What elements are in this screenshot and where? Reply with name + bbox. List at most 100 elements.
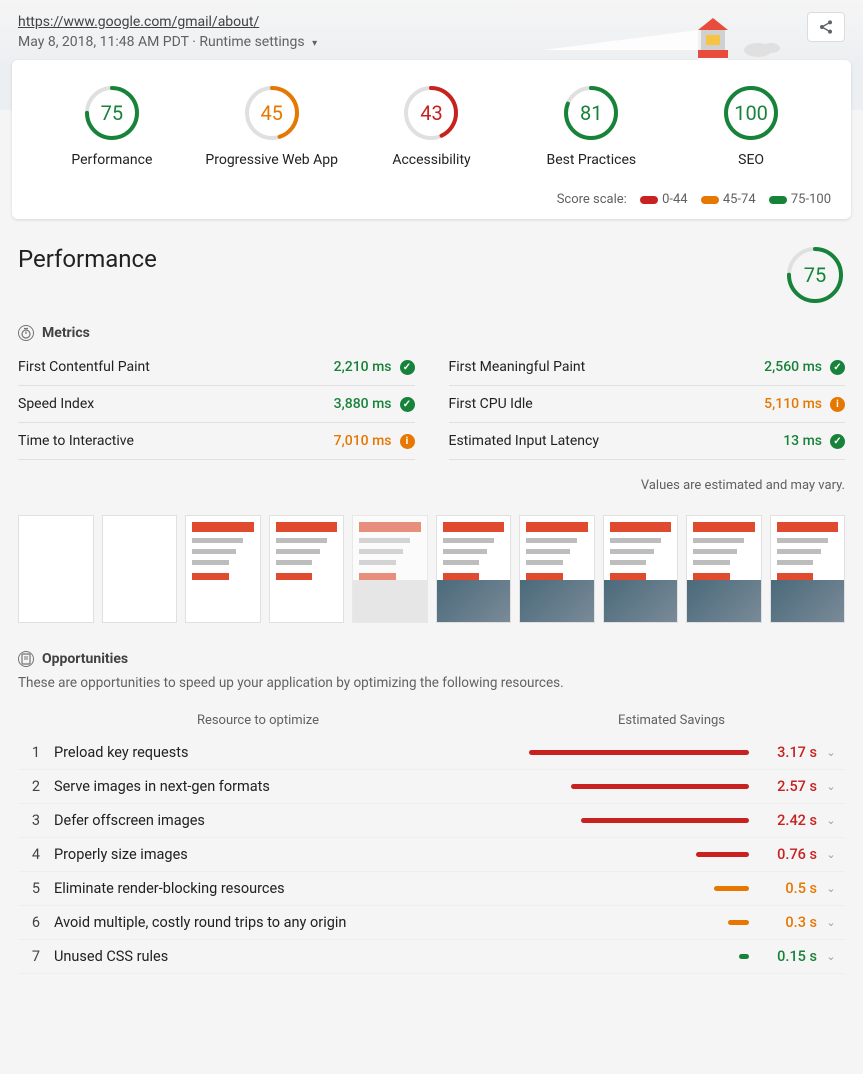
filmstrip-frame: [770, 515, 846, 623]
opportunity-row[interactable]: 6 Avoid multiple, costly round trips to …: [18, 906, 845, 940]
opportunity-name: Serve images in next-gen formats: [54, 778, 498, 795]
opportunity-savings: 0.3 s: [753, 914, 817, 931]
filmstrip: [18, 515, 845, 623]
section-title: Performance: [18, 245, 157, 273]
opportunity-index: 7: [18, 948, 54, 965]
opportunities-heading: Opportunities: [18, 651, 845, 667]
metric-value: 3,880 ms: [334, 396, 392, 412]
opportunity-savings: 3.17 s: [753, 744, 817, 761]
opportunity-name: Eliminate render-blocking resources: [54, 880, 498, 897]
opportunity-row[interactable]: 2 Serve images in next-gen formats 2.57 …: [18, 770, 845, 804]
gauge-icon: 45: [243, 84, 301, 142]
metric-name: First Meaningful Paint: [449, 359, 586, 375]
metric-name: First Contentful Paint: [18, 359, 150, 375]
score-performance[interactable]: 75 Performance: [32, 84, 192, 168]
opportunity-row[interactable]: 7 Unused CSS rules 0.15 s ⌄: [18, 940, 845, 974]
opportunity-row[interactable]: 3 Defer offscreen images 2.42 s ⌄: [18, 804, 845, 838]
metric-row: First Contentful Paint 2,210 ms ✓: [18, 349, 415, 386]
filmstrip-frame: [519, 515, 595, 623]
metric-row: Speed Index 3,880 ms ✓: [18, 386, 415, 423]
check-icon: ✓: [400, 397, 415, 412]
section-score-value: 75: [785, 245, 845, 305]
metric-name: Speed Index: [18, 396, 94, 412]
score-label: SEO: [738, 152, 764, 168]
opportunity-row[interactable]: 5 Eliminate render-blocking resources 0.…: [18, 872, 845, 906]
opportunity-savings: 2.57 s: [753, 778, 817, 795]
opportunity-savings: 0.15 s: [753, 948, 817, 965]
score-progressive-web-app[interactable]: 45 Progressive Web App: [192, 84, 352, 168]
score-label: Best Practices: [546, 152, 636, 168]
score-value: 75: [83, 84, 141, 142]
metric-name: Time to Interactive: [18, 433, 134, 449]
chevron-down-icon: ⌄: [817, 882, 845, 895]
gauge-icon: 100: [722, 84, 780, 142]
opportunity-bar: [498, 954, 753, 959]
opportunity-name: Defer offscreen images: [54, 812, 498, 829]
score-value: 81: [562, 84, 620, 142]
info-icon: i: [400, 434, 415, 449]
metric-row: First Meaningful Paint 2,560 ms ✓: [449, 349, 846, 386]
opportunity-row[interactable]: 4 Properly size images 0.76 s ⌄: [18, 838, 845, 872]
opportunity-index: 4: [18, 846, 54, 863]
check-icon: ✓: [830, 434, 845, 449]
gauge-icon: 75: [83, 84, 141, 142]
check-icon: ✓: [830, 360, 845, 375]
filmstrip-frame: [603, 515, 679, 623]
metrics-note: Values are estimated and may vary.: [18, 478, 845, 493]
opportunity-index: 5: [18, 880, 54, 897]
opportunity-bar: [498, 920, 753, 925]
filmstrip-frame: [185, 515, 261, 623]
score-value: 45: [243, 84, 301, 142]
opportunity-bar: [498, 886, 753, 891]
metric-value: 2,210 ms: [334, 359, 392, 375]
filmstrip-frame: [102, 515, 178, 623]
metric-value: 5,110 ms: [764, 396, 822, 412]
metric-value: 7,010 ms: [334, 433, 392, 449]
opportunity-index: 1: [18, 744, 54, 761]
audited-url[interactable]: https://www.google.com/gmail/about/: [18, 14, 845, 30]
opportunity-savings: 0.76 s: [753, 846, 817, 863]
runtime-settings-toggle[interactable]: Runtime settings ▾: [199, 34, 317, 50]
opportunity-savings: 2.42 s: [753, 812, 817, 829]
opportunity-name: Avoid multiple, costly round trips to an…: [54, 914, 498, 931]
filmstrip-frame: [269, 515, 345, 623]
report-meta: May 8, 2018, 11:48 AM PDT · Runtime sett…: [18, 34, 845, 50]
opportunities-header: Resource to optimize Estimated Savings: [18, 705, 845, 736]
opportunities-description: These are opportunities to speed up your…: [18, 675, 845, 691]
score-value: 43: [402, 84, 460, 142]
opportunity-bar: [498, 750, 753, 755]
check-icon: ✓: [400, 360, 415, 375]
share-button[interactable]: [807, 12, 845, 42]
score-best-practices[interactable]: 81 Best Practices: [511, 84, 671, 168]
score-label: Performance: [71, 152, 152, 168]
scores-card: 75 Performance 45 Progressive Web App 43…: [12, 60, 851, 219]
score-label: Accessibility: [392, 152, 470, 168]
score-seo[interactable]: 100 SEO: [671, 84, 831, 168]
metric-name: First CPU Idle: [449, 396, 533, 412]
gauge-icon: 81: [562, 84, 620, 142]
opportunity-name: Preload key requests: [54, 744, 498, 761]
gauge-icon: 43: [402, 84, 460, 142]
opportunity-index: 2: [18, 778, 54, 795]
opportunity-index: 6: [18, 914, 54, 931]
score-scale: Score scale: 0-44 45-74 75-100: [32, 192, 831, 207]
score-accessibility[interactable]: 43 Accessibility: [352, 84, 512, 168]
opportunity-index: 3: [18, 812, 54, 829]
col-resource: Resource to optimize: [18, 713, 498, 728]
report-timestamp: May 8, 2018, 11:48 AM PDT: [18, 34, 189, 50]
share-icon: [818, 19, 834, 35]
opportunity-row[interactable]: 1 Preload key requests 3.17 s ⌄: [18, 736, 845, 770]
col-savings: Estimated Savings: [498, 713, 845, 728]
chevron-down-icon: ⌄: [817, 848, 845, 861]
metric-value: 2,560 ms: [764, 359, 822, 375]
score-value: 100: [722, 84, 780, 142]
lightbulb-icon: [18, 651, 34, 667]
opportunity-bar: [498, 818, 753, 823]
section-score-gauge: 75: [785, 245, 845, 305]
chevron-down-icon: ▾: [312, 38, 317, 49]
filmstrip-frame: [18, 515, 94, 623]
opportunity-bar: [498, 852, 753, 857]
chevron-down-icon: ⌄: [817, 950, 845, 963]
metric-row: Time to Interactive 7,010 ms i: [18, 423, 415, 460]
filmstrip-frame: [352, 515, 428, 623]
